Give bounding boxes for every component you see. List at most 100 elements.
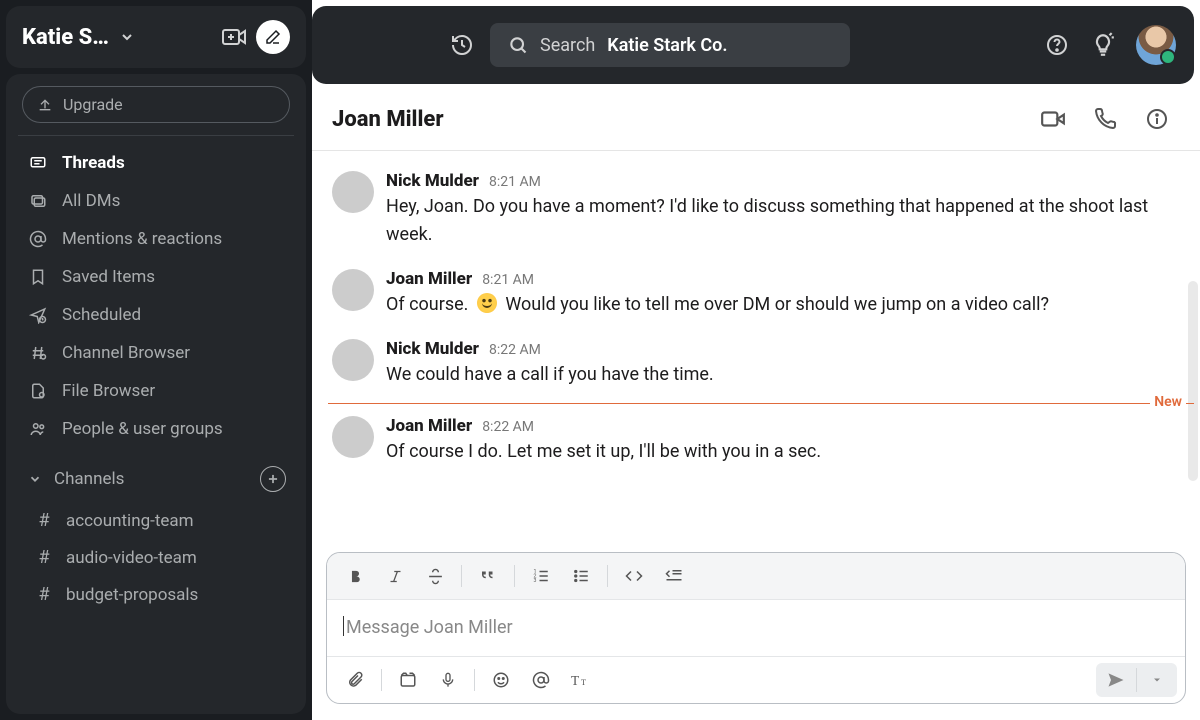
message-list: Nick Mulder 8:21 AM Hey, Joan. Do you ha…	[312, 151, 1200, 546]
threads-icon	[28, 154, 48, 172]
composer: 123 Message Joan Miller	[326, 552, 1186, 704]
saved-icon	[28, 268, 48, 286]
scrollbar[interactable]	[1188, 281, 1198, 481]
message: Joan Miller 8:21 AM Of course. Would you…	[328, 259, 1194, 329]
avatar[interactable]	[332, 171, 374, 213]
message-input[interactable]: Message Joan Miller	[327, 600, 1185, 656]
sidebar-item-label: File Browser	[62, 381, 155, 401]
bold-button[interactable]	[335, 559, 375, 593]
text-format-button[interactable]: TT	[561, 663, 601, 697]
main-pane: Search Katie Stark Co. Joan Miller	[312, 0, 1200, 720]
upload-icon	[37, 97, 53, 113]
upgrade-label: Upgrade	[63, 95, 123, 114]
send-button[interactable]	[1096, 663, 1136, 697]
add-channel-button[interactable]	[260, 466, 286, 492]
send-options-button[interactable]	[1137, 663, 1177, 697]
user-avatar[interactable]	[1136, 25, 1176, 65]
sidebar-item-mentions[interactable]: Mentions & reactions	[18, 220, 294, 258]
search-input[interactable]: Search Katie Stark Co.	[490, 23, 850, 67]
avatar[interactable]	[332, 416, 374, 458]
sidebar-item-label: All DMs	[62, 191, 120, 211]
sidebar-item-channel-browser[interactable]: Channel Browser	[18, 334, 294, 372]
separator	[461, 565, 462, 587]
sidebar-item-label: Scheduled	[62, 305, 141, 325]
italic-button[interactable]	[375, 559, 415, 593]
workspace-name: Katie S…	[22, 25, 109, 50]
message-time: 8:21 AM	[489, 174, 541, 190]
emoji-button[interactable]	[481, 663, 521, 697]
channel-item[interactable]: # audio-video-team	[18, 539, 294, 576]
channel-name: accounting-team	[66, 511, 194, 531]
channel-name: budget-proposals	[66, 585, 198, 605]
sidebar-item-threads[interactable]: Threads	[18, 144, 294, 182]
svg-text:3: 3	[534, 578, 537, 584]
sidebar-item-saved[interactable]: Saved Items	[18, 258, 294, 296]
blockquote-button[interactable]	[468, 559, 508, 593]
formatting-toolbar: 123	[327, 553, 1185, 600]
message-time: 8:22 AM	[482, 419, 534, 435]
people-icon	[28, 420, 48, 438]
mention-button[interactable]	[521, 663, 561, 697]
message-author[interactable]: Joan Miller	[386, 416, 472, 436]
message: Nick Mulder 8:22 AM We could have a call…	[328, 329, 1194, 399]
code-button[interactable]	[614, 559, 654, 593]
sidebar-item-label: Saved Items	[62, 267, 155, 287]
message-text: Of course. Would you like to tell me ove…	[386, 291, 1190, 319]
channel-item[interactable]: # accounting-team	[18, 502, 294, 539]
hash-icon: #	[36, 510, 52, 531]
help-icon[interactable]	[1044, 32, 1070, 58]
channels-section-label: Channels	[54, 469, 124, 489]
info-icon[interactable]	[1144, 106, 1170, 132]
sidebar-item-file-browser[interactable]: File Browser	[18, 372, 294, 410]
sidebar-item-scheduled[interactable]: Scheduled	[18, 296, 294, 334]
message-author[interactable]: Nick Mulder	[386, 339, 479, 359]
channel-item[interactable]: # budget-proposals	[18, 576, 294, 613]
upgrade-button[interactable]: Upgrade	[22, 86, 290, 123]
file-browser-icon	[28, 382, 48, 400]
message: Joan Miller 8:22 AM Of course I do. Let …	[328, 406, 1194, 476]
search-context: Katie Stark Co.	[607, 35, 727, 56]
workspace-switcher[interactable]: Katie S…	[6, 6, 306, 68]
avatar[interactable]	[332, 269, 374, 311]
tips-icon[interactable]	[1090, 32, 1116, 58]
message-author[interactable]: Nick Mulder	[386, 171, 479, 191]
svg-text:T: T	[571, 673, 579, 688]
sidebar-item-all-dms[interactable]: All DMs	[18, 182, 294, 220]
sidebar-item-label: People & user groups	[62, 419, 223, 439]
bullet-list-button[interactable]	[561, 559, 601, 593]
record-audio-button[interactable]	[428, 663, 468, 697]
sidebar-item-people[interactable]: People & user groups	[18, 410, 294, 448]
separator	[381, 669, 382, 691]
topbar: Search Katie Stark Co.	[312, 6, 1194, 84]
message-author[interactable]: Joan Miller	[386, 269, 472, 289]
sidebar: Katie S… Upgr	[0, 0, 312, 720]
new-video-icon[interactable]	[222, 27, 246, 47]
ordered-list-button[interactable]: 123	[521, 559, 561, 593]
channels-section-header[interactable]: Channels	[18, 448, 294, 502]
search-icon	[508, 35, 528, 55]
divider	[18, 135, 294, 136]
phone-call-icon[interactable]	[1092, 106, 1118, 132]
chevron-down-icon	[26, 472, 44, 486]
message-time: 8:21 AM	[482, 272, 534, 288]
video-call-icon[interactable]	[1040, 106, 1066, 132]
new-label: New	[1150, 394, 1186, 410]
message-text: We could have a call if you have the tim…	[386, 361, 1190, 389]
conversation-title[interactable]: Joan Miller	[332, 107, 444, 132]
message-text: Of course I do. Let me set it up, I'll b…	[386, 438, 1190, 466]
attach-file-button[interactable]	[335, 663, 375, 697]
strikethrough-button[interactable]	[415, 559, 455, 593]
slightly-smiling-face-icon	[477, 293, 497, 313]
hash-icon: #	[36, 584, 52, 605]
code-block-button[interactable]	[654, 559, 694, 593]
sidebar-item-label: Channel Browser	[62, 343, 190, 363]
avatar[interactable]	[332, 339, 374, 381]
record-video-button[interactable]	[388, 663, 428, 697]
history-icon[interactable]	[450, 33, 474, 57]
separator	[607, 565, 608, 587]
svg-text:T: T	[581, 678, 586, 687]
separator	[514, 565, 515, 587]
new-messages-divider: New	[328, 403, 1194, 404]
channel-browser-icon	[28, 344, 48, 362]
compose-button[interactable]	[256, 20, 290, 54]
